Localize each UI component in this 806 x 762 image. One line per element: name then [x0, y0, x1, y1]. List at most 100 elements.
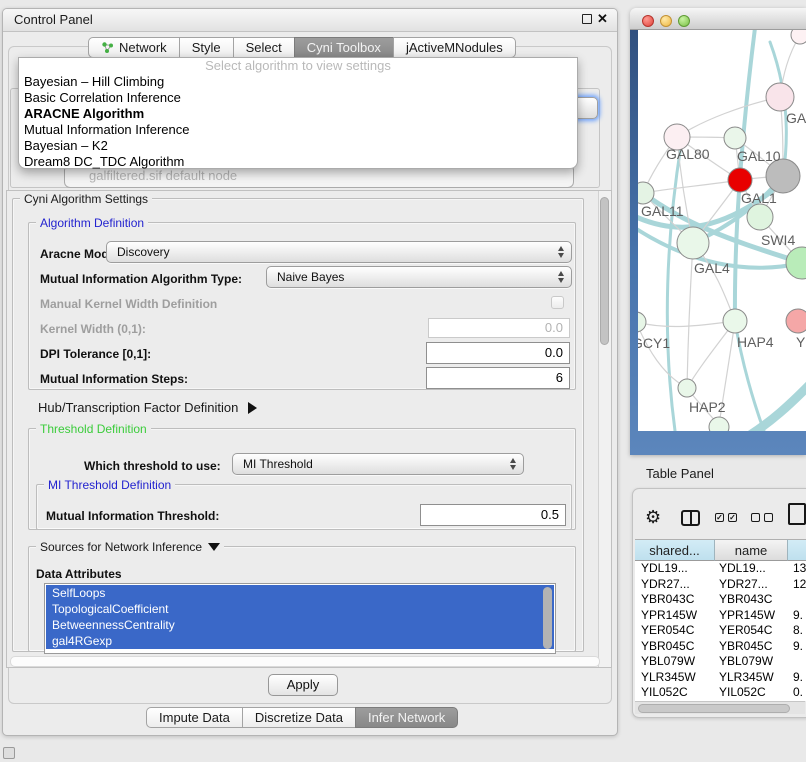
algorithm-option-selected[interactable]: ARACNE Algorithm	[19, 106, 577, 122]
dpi-tolerance-label: DPI Tolerance [0,1]:	[40, 347, 151, 361]
table-body: YDL19... YDL19... 13 YDR27... YDR27... 1…	[635, 561, 806, 701]
tab-infer-network[interactable]: Infer Network	[355, 707, 458, 728]
node-swi4[interactable]	[747, 204, 773, 230]
table-row[interactable]: YLR345W YLR345W 9.	[635, 670, 806, 686]
node-gal1-selected[interactable]	[728, 168, 752, 192]
network-view-window: GAL GAL80 GAL10 GAL1 GAL11 SWI4 GAL4 GCY…	[630, 8, 806, 455]
svg-text:GAL10: GAL10	[737, 148, 781, 164]
mi-type-label: Mutual Information Algorithm Type:	[40, 272, 242, 286]
algorithm-definition-title: Algorithm Definition	[36, 216, 148, 230]
tab-jactivemnodules[interactable]: jActiveMNodules	[393, 37, 516, 58]
tab-impute-data[interactable]: Impute Data	[146, 707, 243, 728]
aracne-mode-select[interactable]: Discovery	[106, 241, 572, 263]
close-window-icon[interactable]: ✕	[597, 11, 608, 27]
tab-cyni-toolbox[interactable]: Cyni Toolbox	[294, 37, 394, 58]
list-item[interactable]: BetweennessCentrality	[46, 617, 554, 633]
table-row[interactable]: YIL052C YIL052C 0.	[635, 685, 806, 701]
sources-title[interactable]: Sources for Network Inference	[36, 540, 224, 554]
select-all-check-icon[interactable]: ✓	[728, 513, 737, 522]
dpi-tolerance-field[interactable]: 0.0	[426, 342, 570, 364]
table-panel-card: ⚙ ✓ ✓ shared... name A YDL19... YDL19...…	[632, 488, 806, 718]
svg-text:GCY1: GCY1	[638, 335, 670, 351]
svg-text:GAL: GAL	[786, 110, 806, 126]
columns-icon[interactable]	[681, 510, 700, 526]
node-hap2[interactable]	[678, 379, 696, 397]
cyni-algorithm-settings-title: Cyni Algorithm Settings	[20, 192, 152, 206]
manual-kernel-checkbox[interactable]	[551, 296, 564, 309]
network-window-frame: GAL GAL80 GAL10 GAL1 GAL11 SWI4 GAL4 GCY…	[630, 30, 806, 455]
node-hap4[interactable]	[723, 309, 747, 333]
export-table-icon[interactable]	[788, 503, 806, 525]
combo-arrows-icon	[558, 246, 564, 258]
node-unlabeled[interactable]	[791, 30, 806, 44]
node-bottom[interactable]	[709, 417, 729, 431]
kernel-width-label: Kernel Width (0,1):	[40, 322, 146, 336]
kernel-width-field[interactable]: 0.0	[428, 318, 570, 338]
data-attributes-list: SelfLoops TopologicalCoefficient Between…	[44, 583, 556, 654]
deselect-all-icon[interactable]	[764, 513, 773, 522]
tab-discretize-data[interactable]: Discretize Data	[242, 707, 356, 728]
list-scrollbar-thumb[interactable]	[543, 587, 552, 649]
tab-network[interactable]: Network	[88, 37, 180, 58]
algorithm-option[interactable]: Bayesian – Hill Climbing	[19, 74, 577, 90]
column-header-shared-name[interactable]: shared...	[635, 539, 715, 561]
algorithm-option[interactable]: Basic Correlation Inference	[19, 90, 577, 106]
table-row[interactable]: YER054C YER054C 8.	[635, 623, 806, 639]
algorithm-dropdown-list: Select algorithm to view settings Bayesi…	[18, 57, 578, 169]
mi-threshold-field[interactable]: 0.5	[420, 504, 566, 526]
expand-right-icon	[248, 402, 257, 414]
table-hscrollbar-track[interactable]	[635, 701, 805, 714]
close-traffic-light[interactable]	[642, 15, 654, 27]
svg-text:GAL1: GAL1	[741, 190, 777, 206]
network-canvas[interactable]: GAL GAL80 GAL10 GAL1 GAL11 SWI4 GAL4 GCY…	[638, 30, 806, 431]
list-item[interactable]: TopologicalCoefficient	[46, 601, 554, 617]
node-gcy1[interactable]	[638, 312, 646, 332]
node-gal4[interactable]	[677, 227, 709, 259]
settings-scrollbar-thumb[interactable]	[600, 197, 609, 345]
table-row[interactable]: YBR045C YBR045C 9.	[635, 639, 806, 655]
cyni-bottom-tabs: Impute Data Discretize Data Infer Networ…	[146, 707, 458, 728]
tab-style[interactable]: Style	[179, 37, 234, 58]
svg-text:GAL80: GAL80	[666, 146, 710, 162]
control-panel-titlebar	[3, 9, 617, 32]
node-salmon[interactable]	[786, 309, 806, 333]
gear-icon[interactable]: ⚙	[645, 507, 661, 528]
algorithm-option[interactable]: Mutual Information Inference	[19, 122, 577, 138]
node-gal-top[interactable]	[766, 83, 794, 111]
algorithm-option[interactable]: Bayesian – K2	[19, 138, 577, 154]
hub-definition-toggle[interactable]: Hub/Transcription Factor Definition	[38, 400, 257, 415]
node-green-right[interactable]	[786, 247, 806, 279]
mi-steps-label: Mutual Information Steps:	[40, 372, 188, 386]
zoom-traffic-light[interactable]	[678, 15, 690, 27]
table-hscrollbar-thumb[interactable]	[638, 704, 790, 713]
table-row[interactable]: YDR27... YDR27... 12	[635, 577, 806, 593]
node-gray[interactable]	[766, 159, 800, 193]
column-header-name[interactable]: name	[715, 539, 788, 561]
control-panel-tabs: Network Style Select Cyni Toolbox jActiv…	[88, 37, 516, 58]
table-row[interactable]: YDL19... YDL19... 13	[635, 561, 806, 577]
minimize-traffic-light[interactable]	[660, 15, 672, 27]
mi-type-select[interactable]: Naive Bayes	[266, 266, 572, 288]
float-window-icon[interactable]	[582, 14, 592, 24]
scroll-bottom-strip	[10, 656, 600, 667]
deselect-all-icon[interactable]	[751, 513, 760, 522]
table-row[interactable]: YBR043C YBR043C	[635, 592, 806, 608]
column-header-partial[interactable]: A	[788, 539, 806, 561]
tab-select[interactable]: Select	[233, 37, 295, 58]
data-attributes-label: Data Attributes	[36, 567, 122, 581]
combo-arrows-icon	[510, 458, 516, 470]
which-threshold-select[interactable]: MI Threshold	[232, 453, 524, 475]
algorithm-option[interactable]: Dream8 DC_TDC Algorithm	[19, 154, 577, 170]
minimized-panel-icon[interactable]	[3, 747, 15, 759]
network-window-titlebar	[630, 8, 806, 30]
list-item[interactable]: SelfLoops	[46, 585, 554, 601]
table-row[interactable]: YPR145W YPR145W 9.	[635, 608, 806, 624]
tab-network-label: Network	[119, 38, 167, 58]
mi-steps-field[interactable]: 6	[426, 367, 570, 389]
list-item[interactable]: gal4RGexp	[46, 633, 554, 649]
table-row[interactable]: YBL079W YBL079W	[635, 654, 806, 670]
apply-button[interactable]: Apply	[268, 674, 338, 696]
node-gal10[interactable]	[724, 127, 746, 149]
screen: Control Panel ✕ Network Style Select Cyn…	[0, 0, 806, 762]
select-all-check-icon[interactable]: ✓	[715, 513, 724, 522]
